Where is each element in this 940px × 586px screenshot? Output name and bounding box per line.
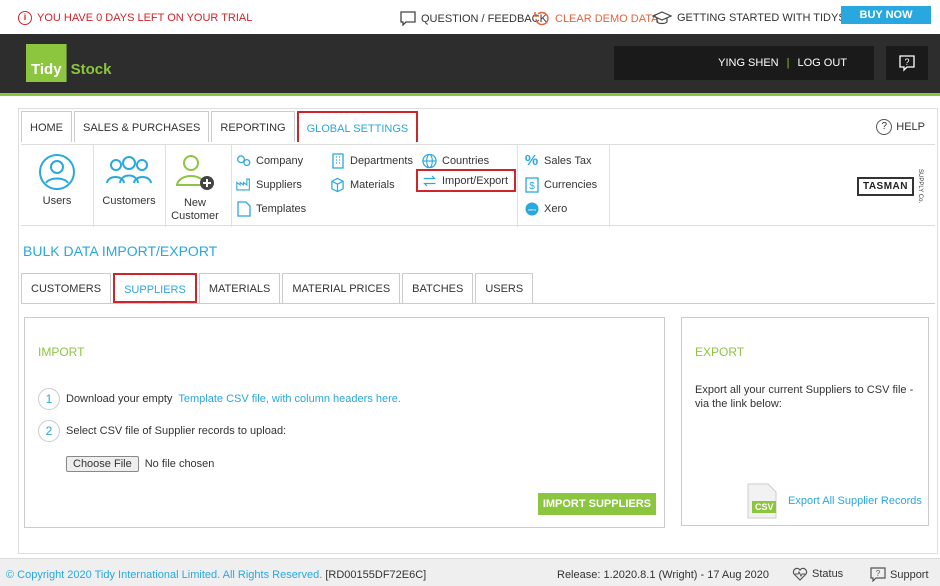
question-icon: ? — [876, 119, 893, 135]
clear-demo-link[interactable]: CLEAR DEMO DATA — [534, 11, 659, 26]
add-user-icon — [175, 155, 214, 190]
import-step-1: 1 Download your empty Template CSV file,… — [38, 388, 401, 410]
ribbon-users[interactable]: Users — [27, 153, 87, 207]
svg-text:?: ? — [876, 569, 881, 578]
speech-bubble-icon — [400, 11, 416, 26]
ribbon-materials[interactable]: Materials — [330, 177, 395, 192]
ribbon-divider — [609, 145, 610, 227]
settings-ribbon: Users Customers New Customer Company Sup… — [21, 144, 935, 227]
arrows-icon — [422, 173, 437, 188]
step-number: 2 — [38, 420, 60, 442]
info-icon: i — [18, 11, 32, 25]
csv-file-icon: CSV — [744, 483, 780, 519]
logout-link[interactable]: LOG OUT — [797, 57, 847, 69]
document-icon — [236, 200, 251, 217]
main-panel: HOME SALES & PURCHASES REPORTING GLOBAL … — [18, 108, 938, 554]
ribbon-xero[interactable]: xero Xero — [524, 201, 567, 216]
tab-reporting[interactable]: REPORTING — [211, 111, 295, 142]
ribbon-sales-tax[interactable]: % Sales Tax — [524, 152, 592, 169]
cube-icon — [330, 177, 345, 192]
svg-text:$: $ — [529, 181, 535, 192]
percent-icon: % — [524, 152, 539, 169]
ribbon-divider — [231, 145, 232, 227]
help-button[interactable]: ? — [886, 46, 928, 80]
export-panel: EXPORT Export all your current Suppliers… — [681, 317, 929, 526]
tab-materials[interactable]: MATERIALS — [198, 273, 281, 303]
xero-icon: xero — [524, 201, 539, 216]
help-link[interactable]: ? HELP — [876, 119, 925, 135]
status-link[interactable]: Status — [792, 567, 843, 581]
question-bubble-icon: ? — [899, 55, 915, 72]
support-link[interactable]: ? Support — [870, 567, 929, 582]
heartbeat-icon — [792, 567, 808, 581]
tab-sales-purchases[interactable]: SALES & PURCHASES — [74, 111, 210, 142]
app-header: Tidy Stock YING SHEN | LOG OUT ? — [0, 34, 940, 96]
customers-icon — [106, 156, 152, 184]
tab-users[interactable]: USERS — [475, 273, 534, 303]
ribbon-templates[interactable]: Templates — [236, 200, 306, 217]
copyright: © Copyright 2020 Tidy International Limi… — [6, 569, 427, 581]
main-nav: HOME SALES & PURCHASES REPORTING GLOBAL … — [21, 111, 419, 143]
ribbon-company[interactable]: Company — [236, 153, 303, 168]
tab-suppliers[interactable]: SUPPLIERS — [113, 273, 197, 303]
import-title: IMPORT — [38, 345, 85, 359]
dollar-icon: $ — [524, 176, 539, 193]
tab-batches[interactable]: BATCHES — [402, 273, 474, 303]
tab-material-prices[interactable]: MATERIAL PRICES — [282, 273, 401, 303]
tidystock-logo[interactable]: Tidy Stock — [26, 44, 111, 82]
top-bar: i YOU HAVE 0 DAYS LEFT ON YOUR TRIAL QUE… — [0, 0, 940, 34]
export-description: Export all your current Suppliers to CSV… — [695, 384, 914, 410]
import-suppliers-button[interactable]: IMPORT SUPPLIERS — [537, 493, 656, 515]
trial-notice[interactable]: i YOU HAVE 0 DAYS LEFT ON YOUR TRIAL — [18, 11, 252, 25]
question-bubble-icon: ? — [870, 567, 886, 582]
user-name[interactable]: YING SHEN — [718, 57, 779, 69]
buy-now-button[interactable]: BUY NOW — [841, 6, 931, 24]
building-icon — [330, 152, 345, 169]
user-circle-icon — [39, 154, 75, 190]
tabs-divider — [21, 303, 935, 304]
file-status: No file chosen — [144, 458, 215, 470]
entity-tabs: CUSTOMERS SUPPLIERS MATERIALS MATERIAL P… — [21, 273, 534, 304]
tab-customers[interactable]: CUSTOMERS — [21, 273, 112, 303]
page-title: BULK DATA IMPORT/EXPORT — [23, 243, 218, 259]
import-step-2: 2 Select CSV file of Supplier records to… — [38, 420, 286, 442]
tab-global-settings[interactable]: GLOBAL SETTINGS — [296, 111, 419, 142]
ribbon-import-export[interactable]: Import/Export — [416, 169, 517, 192]
server-code: [RD00155DF72E6C] — [325, 569, 427, 581]
company-logo: TASMAN SUPPLY Co. — [856, 169, 923, 203]
gears-icon — [236, 153, 251, 168]
feedback-link[interactable]: QUESTION / FEEDBACK — [400, 11, 547, 26]
step-number: 1 — [38, 388, 60, 410]
import-panel: IMPORT 1 Download your empty Template CS… — [24, 317, 665, 528]
footer: © Copyright 2020 Tidy International Limi… — [0, 558, 940, 586]
ribbon-suppliers[interactable]: Suppliers — [236, 177, 302, 192]
export-title: EXPORT — [695, 345, 745, 359]
export-all-suppliers-link[interactable]: Export All Supplier Records — [788, 495, 922, 507]
ribbon-currencies[interactable]: $ Currencies — [524, 176, 597, 193]
template-csv-link[interactable]: Template CSV file, with column headers h… — [178, 393, 401, 405]
ribbon-divider — [93, 145, 94, 227]
factory-icon — [236, 177, 251, 192]
ribbon-departments[interactable]: Departments — [330, 152, 413, 169]
ribbon-divider — [517, 145, 518, 227]
globe-icon — [422, 153, 437, 168]
undo-icon — [534, 11, 549, 26]
choose-file-button[interactable]: Choose File — [66, 456, 139, 472]
ribbon-new-customer[interactable]: New Customer — [165, 153, 225, 223]
user-separator: | — [786, 57, 790, 69]
export-link-row[interactable]: CSV Export All Supplier Records — [744, 483, 922, 519]
release-info: Release: 1.2020.8.1 (Wright) - 17 Aug 20… — [557, 569, 769, 581]
svg-text:?: ? — [904, 57, 909, 67]
ribbon-customers[interactable]: Customers — [99, 153, 159, 207]
ribbon-countries[interactable]: Countries — [422, 153, 489, 168]
user-box: YING SHEN | LOG OUT — [614, 46, 874, 80]
graduation-cap-icon — [652, 11, 672, 25]
svg-text:xero: xero — [528, 207, 537, 212]
file-input: Choose File No file chosen — [66, 456, 214, 472]
tab-home[interactable]: HOME — [21, 111, 72, 142]
